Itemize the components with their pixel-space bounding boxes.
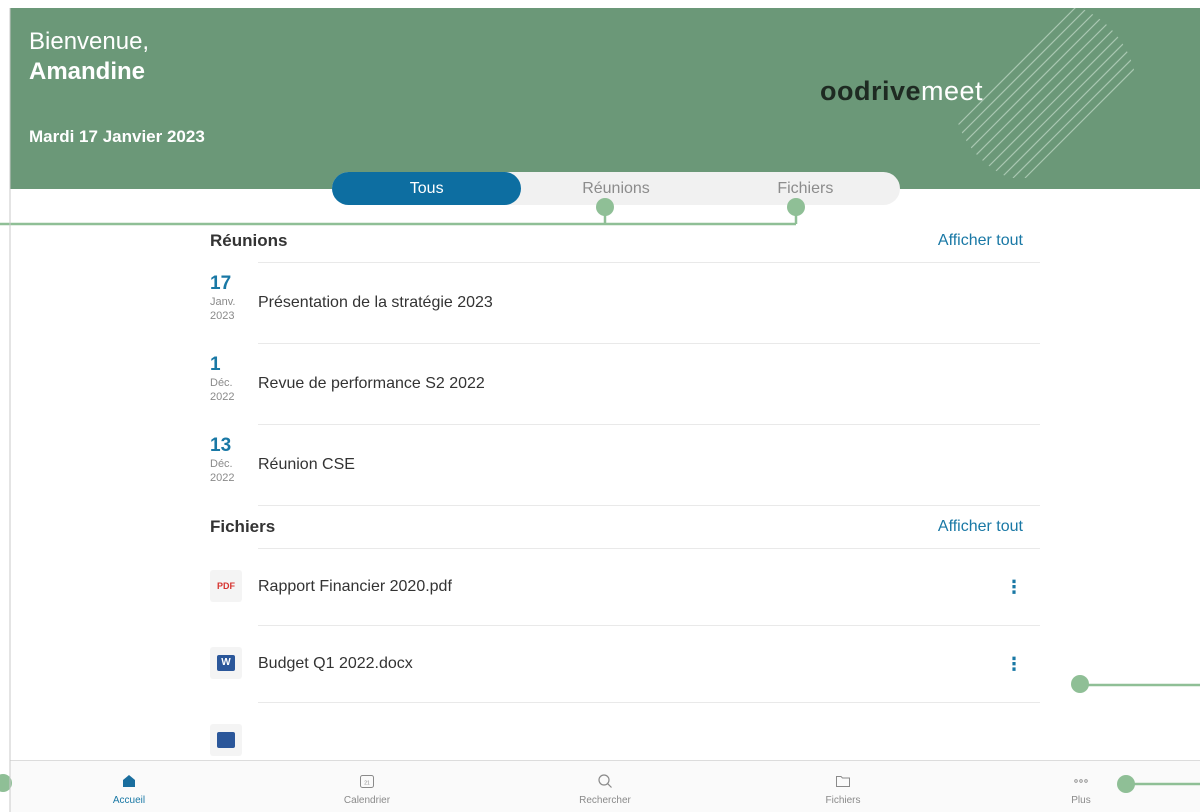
tab-label: Calendrier [343,795,391,806]
meetings-section-title: Réunions [210,231,288,250]
meeting-date: 1 Déc. 2022 [210,354,254,404]
meeting-year: 2022 [210,391,235,403]
meetings-section-header: Réunions Afficher tout [210,220,1040,262]
meeting-row[interactable]: 1 Déc. 2022 Revue de performance S2 2022 [210,343,1040,424]
word-file-icon [210,724,242,756]
main-content: Réunions Afficher tout 17 Janv. 2023 Pré… [210,220,1040,779]
user-name: Amandine [29,58,146,85]
meetings-divider [258,505,1040,506]
tab-search[interactable]: Rechercher [486,761,724,812]
search-icon [486,771,724,791]
calendar-icon-day: 21 [364,781,370,787]
current-date: Mardi 17 Janvier 2023 [29,127,205,146]
greeting: Bienvenue, Amandine [29,27,149,87]
meeting-month: Déc. [210,458,233,470]
header: Bienvenue, Amandine Mardi 17 Janvier 202… [10,8,1200,189]
files-section-title: Fichiers [210,517,276,536]
meeting-month: Déc. [210,377,233,389]
tab-more[interactable]: Plus [962,761,1200,812]
tab-meetings[interactable]: Réunions [521,172,710,205]
meetings-show-all-link[interactable]: Afficher tout [938,232,1023,250]
pdf-file-icon: PDF [210,570,242,602]
meeting-date: 13 Déc. 2022 [210,435,254,485]
meeting-title: Revue de performance S2 2022 [258,375,485,392]
tab-label: Accueil [112,795,146,806]
meeting-day: 17 [210,273,232,294]
meeting-year: 2023 [210,310,235,322]
tab-label: Rechercher [579,795,631,806]
home-icon [10,771,248,791]
files-section-header: Fichiers Afficher tout [210,506,1040,548]
oodrive-meet-logo: oodrivemeet [820,76,983,107]
files-show-all-link[interactable]: Afficher tout [938,518,1023,536]
more-icon [962,771,1200,791]
meeting-row[interactable]: 17 Janv. 2023 Présentation de la stratég… [210,262,1040,343]
meeting-day: 13 [210,435,232,456]
meeting-date: 17 Janv. 2023 [210,273,254,323]
word-logo-mark [217,732,235,748]
tab-all[interactable]: Tous [332,172,522,205]
meeting-month: Janv. [210,296,236,308]
more-options-icon[interactable]: ⋮ [1005,654,1023,674]
logo-light: meet [921,76,984,106]
filter-segmented-control: Tous Réunions Fichiers [332,172,900,205]
meeting-title: Réunion CSE [258,456,355,473]
file-row[interactable]: W Budget Q1 2022.docx ⋮ [210,625,1040,702]
file-name: Rapport Financier 2020.pdf [258,578,452,595]
meeting-year: 2022 [210,472,235,484]
meeting-day: 1 [210,354,221,375]
calendar-icon: 21 [248,771,486,791]
tab-home[interactable]: Accueil [10,761,248,812]
meeting-title: Présentation de la stratégie 2023 [258,294,493,311]
folder-icon [724,771,962,791]
tab-files-nav[interactable]: Fichiers [724,761,962,812]
tab-label: Plus [1071,795,1091,806]
file-row[interactable]: PDF Rapport Financier 2020.pdf ⋮ [210,548,1040,625]
tab-label: Fichiers [825,795,861,806]
word-file-icon: W [210,647,242,679]
logo-bold: oodrive [820,76,922,106]
tab-calendar[interactable]: 21 Calendrier [248,761,486,812]
word-logo-mark: W [217,655,235,671]
bottom-tab-bar: Accueil 21 Calendrier Rechercher Fichier… [10,760,1200,812]
more-options-icon[interactable]: ⋮ [1005,577,1023,597]
file-name: Budget Q1 2022.docx [258,655,413,672]
greeting-text: Bienvenue, [29,28,150,55]
tab-files[interactable]: Fichiers [711,172,900,205]
meeting-row[interactable]: 13 Déc. 2022 Réunion CSE [210,424,1040,505]
app-window: Bienvenue, Amandine Mardi 17 Janvier 202… [10,8,1200,812]
